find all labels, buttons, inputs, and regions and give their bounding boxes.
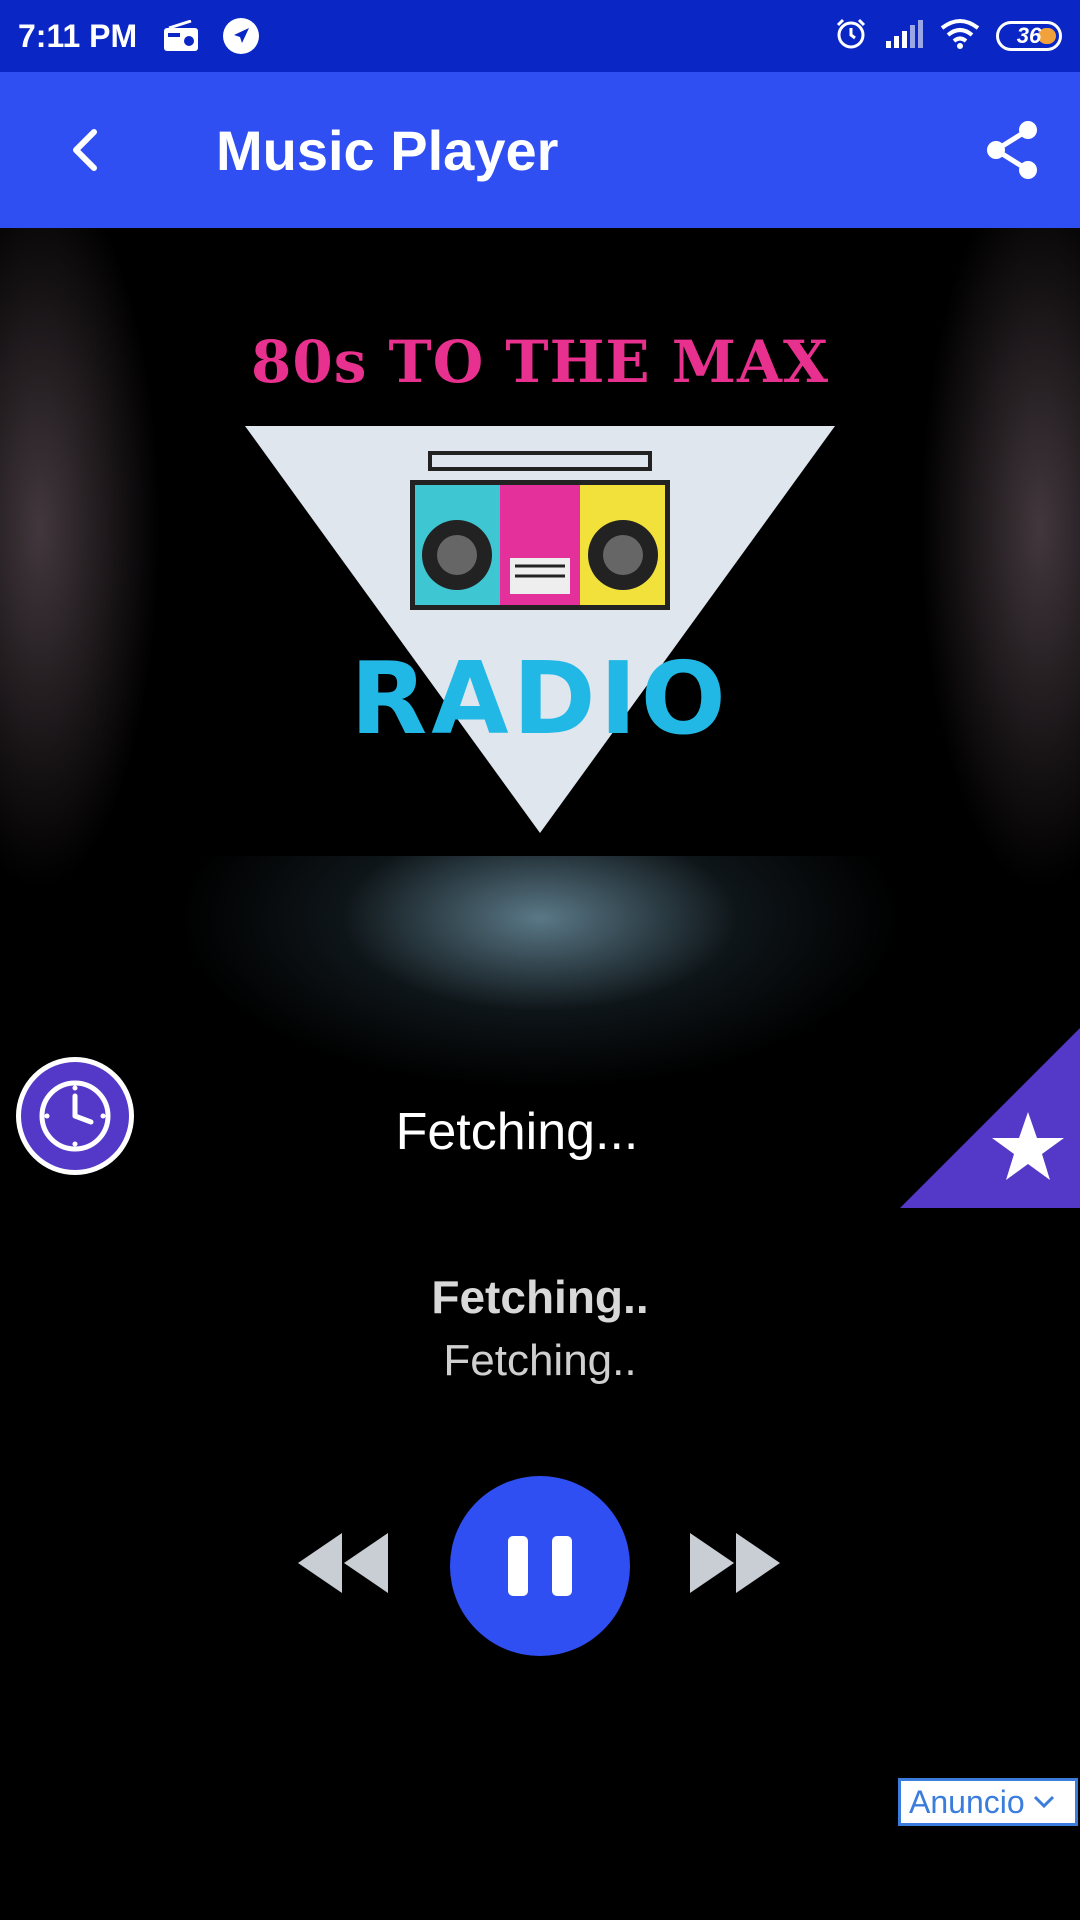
ad-label: Anuncio — [909, 1783, 1025, 1820]
radio-icon — [161, 16, 201, 56]
station-artwork: 80s TO THE MAX RADIO — [180, 248, 900, 856]
signal-icon — [884, 19, 924, 54]
status-time: 7:11 PM — [18, 17, 138, 54]
navigation-icon — [221, 16, 261, 56]
stream-status-text: Fetching... — [395, 1103, 639, 1161]
chevron-down-icon — [1033, 1795, 1054, 1809]
play-pause-button[interactable] — [450, 1476, 630, 1656]
back-button[interactable] — [34, 100, 134, 200]
wifi-icon — [940, 18, 980, 55]
battery-level: 36 — [1016, 23, 1042, 48]
share-button[interactable] — [962, 100, 1062, 200]
song-artist: Fetching.. — [443, 1336, 637, 1385]
chevron-left-icon — [73, 129, 97, 171]
fast-forward-icon — [690, 1533, 780, 1593]
artwork-bottom-text: RADIO — [350, 640, 730, 757]
share-icon — [987, 121, 1037, 179]
alarm-icon — [834, 17, 868, 56]
app-bar: Music Player — [0, 72, 1080, 228]
next-button[interactable] — [688, 1528, 782, 1598]
playback-controls — [0, 1476, 1080, 1656]
status-bar: 7:11 PM 36 — [0, 0, 1080, 72]
favorite-button[interactable] — [900, 1028, 1080, 1208]
rewind-icon — [298, 1533, 388, 1593]
page-title: Music Player — [216, 118, 559, 182]
battery-icon: 36 — [996, 21, 1062, 51]
song-title: Fetching.. — [431, 1271, 649, 1323]
clock-icon — [39, 1080, 111, 1152]
sleep-timer-button[interactable] — [16, 1057, 134, 1175]
ad-choices-badge[interactable]: Anuncio — [898, 1778, 1078, 1826]
previous-button[interactable] — [296, 1528, 390, 1598]
artwork-top-text: 80s TO THE MAX — [251, 328, 829, 396]
pause-icon — [508, 1536, 572, 1596]
